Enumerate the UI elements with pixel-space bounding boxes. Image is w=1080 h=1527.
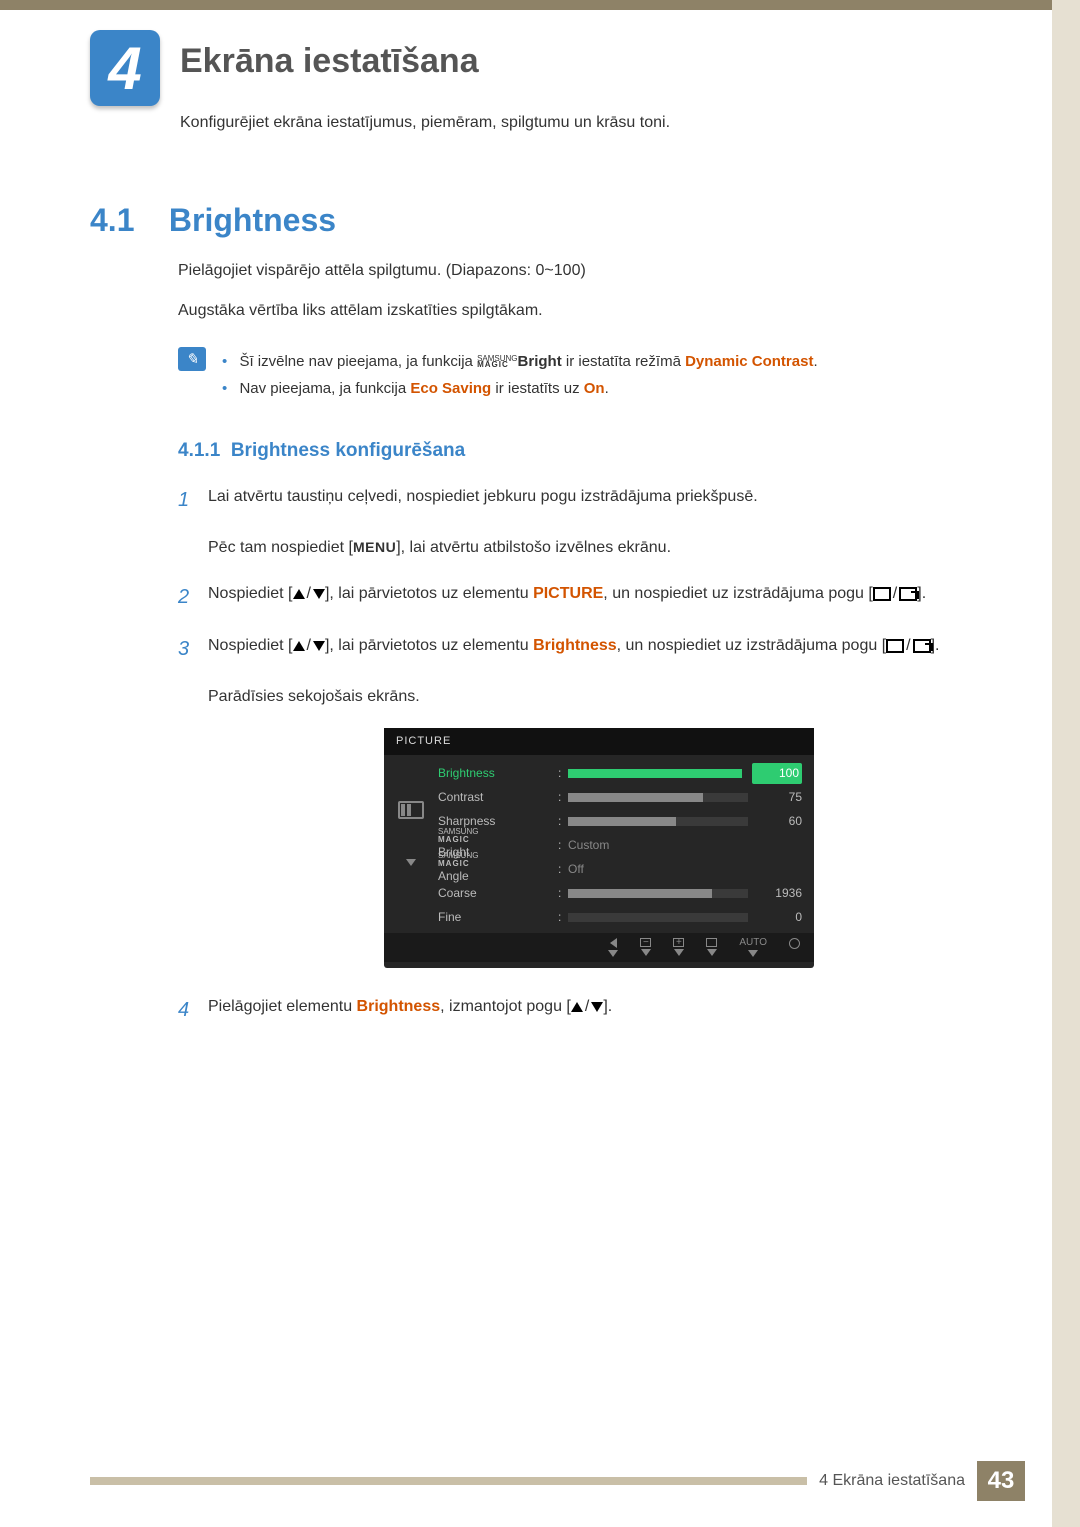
note-icon: ✎: [178, 347, 206, 371]
step-item: 1 Lai atvērtu taustiņu ceļvedi, nospiedi…: [178, 474, 990, 571]
step-number: 4: [178, 994, 208, 1026]
chapter-subtitle: Konfigurējiet ekrāna iestatījumus, piemē…: [180, 114, 990, 132]
step-text: Lai atvērtu taustiņu ceļvedi, nospiediet…: [208, 484, 990, 561]
chapter-number: 4: [108, 34, 141, 103]
osd-nav-left-icon: [608, 938, 618, 957]
highlight: Brightness: [533, 637, 617, 654]
osd-row: Contrast:75: [438, 785, 802, 809]
subsection-heading: 4.1.1 Brightness konfigurēšana: [178, 440, 990, 462]
osd-power-icon: [789, 938, 800, 957]
page-number: 43: [977, 1461, 1025, 1501]
osd-footer: − + AUTO: [384, 933, 814, 962]
chapter-title: Ekrāna iestatīšana: [180, 42, 479, 81]
step-item: 3 Nospiediet [/], lai pārvietotos uz ele…: [178, 623, 990, 984]
osd-row: Fine:0: [438, 905, 802, 929]
page-footer: 4 Ekrāna iestatīšana 43: [90, 1461, 1025, 1501]
paragraph: Augstāka vērtība liks attēlam izskatītie…: [178, 299, 990, 323]
highlight: Eco Saving: [410, 380, 491, 397]
osd-scroll-down-icon: [406, 859, 416, 866]
highlight: PICTURE: [533, 585, 603, 602]
subsection-number: 4.1.1: [178, 440, 220, 461]
osd-screenshot: PICTURE Brightness:100Contrast:75Sharpne…: [384, 728, 814, 969]
up-down-icon: /: [293, 633, 325, 659]
osd-plus-icon: +: [673, 938, 684, 957]
highlight: On: [584, 380, 605, 397]
osd-side-indicator-icon: [398, 801, 424, 819]
page-content: 4 Ekrāna iestatīšana Konfigurējiet ekrān…: [0, 0, 1080, 1036]
note-box: ✎ Šī izvēlne nav pieejama, ja funkcija S…: [178, 347, 990, 404]
osd-auto-label: AUTO: [739, 938, 767, 957]
step-number: 3: [178, 633, 208, 974]
step-text: Pielāgojiet elementu Brightness, izmanto…: [208, 994, 990, 1026]
osd-row: SAMSUNGMAGIC Angle:Off: [438, 857, 802, 881]
enter-source-icon: /: [873, 581, 917, 607]
footer-text: 4 Ekrāna iestatīšana: [807, 1472, 977, 1490]
osd-row: Coarse:1936: [438, 881, 802, 905]
step-number: 1: [178, 484, 208, 561]
section-heading: 4.1 Brightness: [90, 202, 990, 239]
osd-title: PICTURE: [384, 728, 814, 756]
note-item: Nav pieejama, ja funkcija Eco Saving ir …: [222, 377, 818, 401]
chapter-badge: 4: [90, 30, 160, 106]
section-number: 4.1: [90, 202, 160, 239]
subsection-title: Brightness konfigurēšana: [231, 440, 465, 461]
up-down-icon: /: [571, 994, 603, 1020]
footer-bar: [90, 1477, 807, 1485]
highlight: Brightness: [357, 998, 441, 1015]
osd-row: Brightness:100: [438, 761, 802, 785]
steps-list: 1 Lai atvērtu taustiņu ceļvedi, nospiedi…: [178, 474, 990, 1036]
enter-source-icon: /: [886, 633, 930, 659]
up-down-icon: /: [293, 581, 325, 607]
section-title: Brightness: [169, 202, 336, 238]
osd-enter-icon: [706, 938, 717, 957]
note-list: Šī izvēlne nav pieejama, ja funkcija SAM…: [222, 347, 818, 404]
step-item: 4 Pielāgojiet elementu Brightness, izman…: [178, 984, 990, 1036]
step-item: 2 Nospiediet [/], lai pārvietotos uz ele…: [178, 571, 990, 623]
paragraph: Pielāgojiet vispārējo attēla spilgtumu. …: [178, 259, 990, 283]
osd-minus-icon: −: [640, 938, 651, 957]
chapter-header: 4 Ekrāna iestatīšana: [90, 30, 990, 106]
step-text: Nospiediet [/], lai pārvietotos uz eleme…: [208, 581, 990, 613]
note-item: Šī izvēlne nav pieejama, ja funkcija SAM…: [222, 350, 818, 374]
highlight: Dynamic Contrast: [685, 353, 813, 370]
menu-label: MENU: [353, 539, 396, 555]
step-text: Nospiediet [/], lai pārvietotos uz eleme…: [208, 633, 990, 974]
step-number: 2: [178, 581, 208, 613]
